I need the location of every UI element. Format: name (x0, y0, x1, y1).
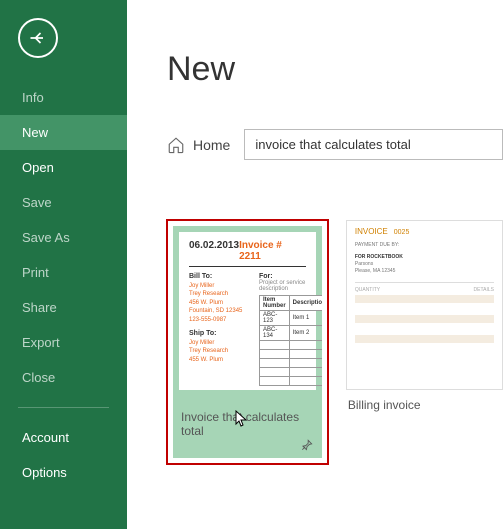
nav-save-as[interactable]: Save As (0, 220, 127, 255)
nav-new[interactable]: New (0, 115, 127, 150)
preview-document: INVOICE 0025 PAYMENT DUE BY: FOR ROCKETB… (347, 221, 502, 349)
backstage-sidebar: Info New Open Save Save As Print Share E… (0, 0, 127, 529)
template-preview: INVOICE 0025 PAYMENT DUE BY: FOR ROCKETB… (346, 220, 503, 390)
table-row: ABC-123Item 1 (260, 311, 322, 326)
template-billing-invoice[interactable]: INVOICE 0025 PAYMENT DUE BY: FOR ROCKETB… (346, 220, 503, 464)
nav-export[interactable]: Export (0, 325, 127, 360)
table-row (260, 377, 322, 386)
nav-print[interactable]: Print (0, 255, 127, 290)
col-description: Description (289, 296, 322, 311)
for-desc: Project or service description (259, 280, 322, 292)
nav-separator (18, 407, 109, 408)
template-label: Billing invoice (346, 390, 503, 428)
home-icon (167, 136, 185, 154)
preview-invoice-number: Invoice # 2211 (239, 240, 306, 262)
ship-to-lines: Joy Miller Trey Research 455 W. Plum (189, 339, 249, 364)
preview-document: 06.02.2013 Invoice # 2211 Bill To: Joy M… (179, 232, 316, 390)
template-label: Invoice that calculates total (173, 396, 322, 458)
back-button[interactable] (18, 18, 58, 58)
template-gallery: 06.02.2013 Invoice # 2211 Bill To: Joy M… (167, 220, 503, 464)
search-row: Home (167, 129, 503, 160)
preview-date: 06.02.2013 (189, 240, 239, 262)
nav-options[interactable]: Options (0, 455, 127, 490)
template-preview: 06.02.2013 Invoice # 2211 Bill To: Joy M… (173, 226, 322, 396)
arrow-left-icon (28, 28, 48, 48)
nav-close[interactable]: Close (0, 360, 127, 395)
template-search-input[interactable] (244, 129, 503, 160)
table-row (260, 368, 322, 377)
nav-share[interactable]: Share (0, 290, 127, 325)
table-row (260, 350, 322, 359)
template-invoice-calculates-total[interactable]: 06.02.2013 Invoice # 2211 Bill To: Joy M… (167, 220, 328, 464)
nav-open[interactable]: Open (0, 150, 127, 185)
table-row: ABC-134Item 2 (260, 326, 322, 341)
cursor-icon (235, 410, 249, 428)
bill-to-label: Bill To: (189, 273, 249, 280)
breadcrumb-home[interactable]: Home (167, 136, 230, 154)
bill-to-lines: Joy Miller Trey Research 456 W. Plum Fou… (189, 282, 249, 324)
page-title: New (167, 50, 503, 89)
nav-info[interactable]: Info (0, 80, 127, 115)
pin-icon[interactable] (300, 438, 314, 452)
for-label: For: (259, 273, 322, 280)
nav-account[interactable]: Account (0, 420, 127, 455)
table-row (260, 359, 322, 368)
col-item-number: Item Number (260, 296, 290, 311)
breadcrumb-label: Home (193, 137, 230, 153)
preview-title: INVOICE (355, 227, 388, 236)
ship-to-label: Ship To: (189, 330, 249, 337)
nav-save[interactable]: Save (0, 185, 127, 220)
preview-table: Item NumberDescription ABC-123Item 1 ABC… (259, 295, 322, 386)
nav-list: Info New Open Save Save As Print Share E… (0, 80, 127, 490)
preview-number: 0025 (394, 229, 410, 236)
main-panel: New Home 06.02.2013 Invoice # 2211 Bill … (127, 0, 503, 529)
table-row (260, 341, 322, 350)
